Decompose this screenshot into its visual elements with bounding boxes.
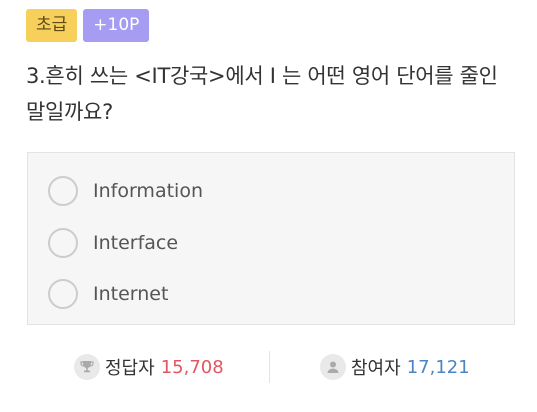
correct-label: 정답자 bbox=[105, 358, 155, 379]
badge-row: 초급 +10P bbox=[26, 9, 150, 42]
option-label: Internet bbox=[93, 283, 169, 305]
question-text: 3.흔히 쓰는 <IT강국>에서 I 는 어떤 영어 단어를 줄인 말일까요? bbox=[26, 64, 498, 124]
participants-stat: 참여자 17,121 bbox=[320, 348, 470, 386]
participants-label: 참여자 bbox=[351, 358, 401, 379]
option-label: Interface bbox=[93, 232, 179, 254]
person-icon bbox=[320, 354, 346, 380]
radio-button[interactable] bbox=[48, 176, 78, 206]
radio-button[interactable] bbox=[48, 228, 78, 258]
option-interface[interactable]: Interface bbox=[48, 227, 178, 259]
correct-stat: 정답자 15,708 bbox=[74, 348, 224, 386]
correct-count: 15,708 bbox=[160, 356, 224, 378]
option-internet[interactable]: Internet bbox=[48, 278, 168, 310]
answer-options: Information Interface Internet bbox=[27, 152, 515, 325]
trophy-icon bbox=[74, 354, 100, 380]
points-badge: +10P bbox=[83, 9, 150, 42]
option-label: Information bbox=[93, 180, 203, 202]
stats-divider bbox=[269, 351, 270, 383]
level-badge: 초급 bbox=[26, 9, 78, 42]
stats-bar: 정답자 15,708 참여자 17,121 bbox=[26, 348, 515, 386]
radio-button[interactable] bbox=[48, 279, 78, 309]
participants-count: 17,121 bbox=[406, 356, 470, 378]
option-information[interactable]: Information bbox=[48, 175, 203, 207]
